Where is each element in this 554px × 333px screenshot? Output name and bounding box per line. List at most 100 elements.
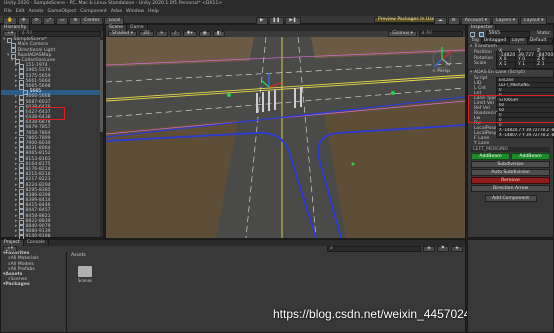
- scene-panel: Scene Game Shaded ▾ 2D ☀ ♪ ✱▾ ◉ ◧ Gizmos…: [105, 24, 466, 238]
- breadcrumb-assets[interactable]: Assets: [71, 253, 86, 259]
- lane-point-marker[interactable]: [227, 93, 231, 97]
- tag-value: Untagged: [483, 37, 507, 43]
- auto-subdivision-label: Auto Subdivision: [491, 169, 530, 175]
- layers-label: Layers: [496, 17, 512, 23]
- static-label[interactable]: Static: [537, 32, 553, 37]
- title-bar: Unity 2020 - SampleScene - PC, Mac & Lin…: [0, 0, 554, 9]
- menu-item-assets[interactable]: Assets: [29, 10, 44, 15]
- hierarchy-tab-label: Hierarchy: [4, 24, 27, 30]
- transform-z-field[interactable]: Z 1: [534, 62, 554, 69]
- folder-label: Scenes: [77, 278, 93, 283]
- selection-highlight-inspector: [468, 95, 554, 123]
- add-beam-left-button[interactable]: AddBeam: [471, 153, 510, 161]
- layer-value: Default: [529, 37, 547, 43]
- hierarchy-tree: ▾ SampleScene* Main Camera Directional Ligh…: [1, 37, 103, 241]
- menu-item-edit[interactable]: Edit: [16, 10, 25, 15]
- project-tree: ▾ Favorites ⌕ All Materials ⌕ All Models ⌕ …: [1, 252, 67, 332]
- menu-item-file[interactable]: File: [4, 10, 12, 15]
- watermark-text: https://blog.csdn.net/weixin_44570248: [273, 307, 478, 321]
- project-tab-label: Project: [4, 239, 20, 245]
- direction-arrow-button[interactable]: Direction Arrow: [471, 185, 550, 193]
- add-beam-left-label: AddBeam: [479, 153, 502, 159]
- add-beam-right-label: AddBeam: [519, 153, 542, 159]
- hierarchy-search-placeholder: All: [26, 30, 32, 36]
- hierarchy-scrollbar[interactable]: [100, 38, 103, 237]
- tab-console[interactable]: Console: [23, 239, 49, 246]
- layer-dropdown[interactable]: Default: [526, 37, 553, 45]
- tag-dropdown[interactable]: Untagged: [480, 37, 510, 45]
- inspector-bottom: [467, 239, 554, 333]
- project-tree-item[interactable]: ▾ Packages: [1, 283, 66, 288]
- project-breadcrumb: Assets: [69, 253, 86, 259]
- folder-scenes[interactable]: Scenes: [75, 266, 95, 283]
- scene-tab-label: Scene: [109, 24, 124, 30]
- gameobject-icon: [470, 32, 475, 37]
- project-search-input[interactable]: ⌕: [327, 245, 422, 253]
- add-component-label: Add Component: [491, 195, 530, 201]
- shading-label: Shaded: [112, 30, 130, 36]
- lane-point-marker-3[interactable]: [351, 162, 355, 166]
- inspector-panel: Inspector 5665 Static Tag Untagged Layer…: [467, 24, 554, 238]
- filter-label-icon[interactable]: ⚑: [436, 245, 449, 253]
- layout-label: Layout: [524, 17, 540, 23]
- lane-buttons: LEFT_MERGING AddBeam AddBeam Subdivision…: [468, 146, 553, 203]
- gizmos-label: Gizmos: [392, 30, 410, 36]
- remove-label: Remove: [501, 177, 520, 183]
- menu-item-component[interactable]: Component: [80, 10, 107, 15]
- selection-highlight-hierarchy: [27, 107, 65, 120]
- account-label: Account: [464, 17, 484, 23]
- transform-rows: PositionX -14820Y 39.7279Z -84700Rotatio…: [468, 49, 554, 69]
- menu-item-window[interactable]: Window: [126, 10, 144, 15]
- auto-subdivision-button[interactable]: Auto Subdivision: [471, 169, 550, 177]
- preview-packages-button[interactable]: Preview Packages In Use: [374, 17, 439, 23]
- subdivision-label: Subdivision: [497, 161, 524, 167]
- toolbar: ✋ ✥ ⟳ ⤢ ▭ ⊕ ✎ Center Local ▶ ❚❚ ▶❚ Previ…: [0, 16, 554, 25]
- menu-bar: File Edit Assets GameObject Component Adas Win…: [0, 9, 554, 16]
- active-checkbox[interactable]: [478, 32, 484, 37]
- scene-viewport[interactable]: [106, 37, 465, 238]
- transform-row-label: Position: [474, 50, 492, 56]
- lane-field-row: Y Lane: [468, 141, 553, 146]
- hierarchy-scroll-thumb[interactable]: [100, 40, 103, 132]
- lane-component-title: ADAS En Lane (Script): [474, 70, 525, 76]
- projection-label[interactable]: < Persp: [432, 69, 450, 75]
- console-tab-label: Console: [26, 239, 45, 245]
- project-toolbar: +▾ ⌕ ◈ ⚑ ★: [1, 245, 465, 253]
- direction-arrow-label: Direction Arrow: [492, 185, 529, 191]
- project-panel: Project Console +▾ ⌕ ◈ ⚑ ★ ▾ Favorites ⌕ …: [0, 239, 477, 333]
- lane-list-header: LEFT_MERGING: [471, 146, 550, 153]
- project-tree-label: Packages: [5, 282, 30, 288]
- filter-type-icon[interactable]: ◈: [423, 245, 435, 253]
- menu-item-help[interactable]: Help: [148, 10, 158, 15]
- subdivision-button[interactable]: Subdivision: [471, 161, 550, 169]
- transform-row-label: Scale: [474, 61, 487, 67]
- lane-point-marker-2[interactable]: [391, 91, 395, 95]
- scene-search-placeholder: All: [426, 30, 432, 36]
- menu-item-gameobject[interactable]: GameObject: [48, 10, 77, 15]
- lane-list-header-label: LEFT_MERGING: [473, 146, 509, 152]
- transform-row: Scale X 1 Y 1 Z 1: [468, 61, 554, 69]
- project-search-icon: ⌕: [330, 245, 333, 251]
- space-label: Local: [108, 17, 121, 23]
- menu-item-adas[interactable]: Adas: [111, 10, 122, 15]
- hierarchy-panel: Hierarchy +▾ ⌕ All ▾ SampleScene* Main Cam…: [0, 24, 104, 241]
- transform-y-value: Y 1: [518, 62, 526, 68]
- preview-packages-label: Preview Packages In Use: [378, 16, 435, 22]
- 2d-label: 2D: [143, 30, 150, 36]
- transform-z-value: Z 1: [537, 62, 545, 68]
- tag-label: Tag: [471, 37, 479, 43]
- folder-icon: [78, 266, 92, 277]
- transform-x-value: X 1: [499, 62, 507, 68]
- lane-field-label: Y Lane: [474, 140, 490, 146]
- inspector-tab-label: Inspector: [471, 24, 493, 30]
- object-name-value: 5665: [488, 31, 501, 37]
- scene-search-icon: ⌕: [422, 30, 425, 36]
- window-title: Unity 2020 - SampleScene - PC, Mac & Lin…: [4, 1, 223, 7]
- layer-label: Layer: [511, 37, 525, 43]
- add-beam-right-button[interactable]: AddBeam: [511, 153, 550, 161]
- add-component-button[interactable]: Add Component: [484, 195, 537, 203]
- remove-button[interactable]: Remove: [471, 177, 550, 185]
- game-tab-label: Game: [130, 24, 144, 30]
- search-icon: ⌕: [22, 30, 25, 36]
- favorite-icon[interactable]: ★: [450, 245, 463, 253]
